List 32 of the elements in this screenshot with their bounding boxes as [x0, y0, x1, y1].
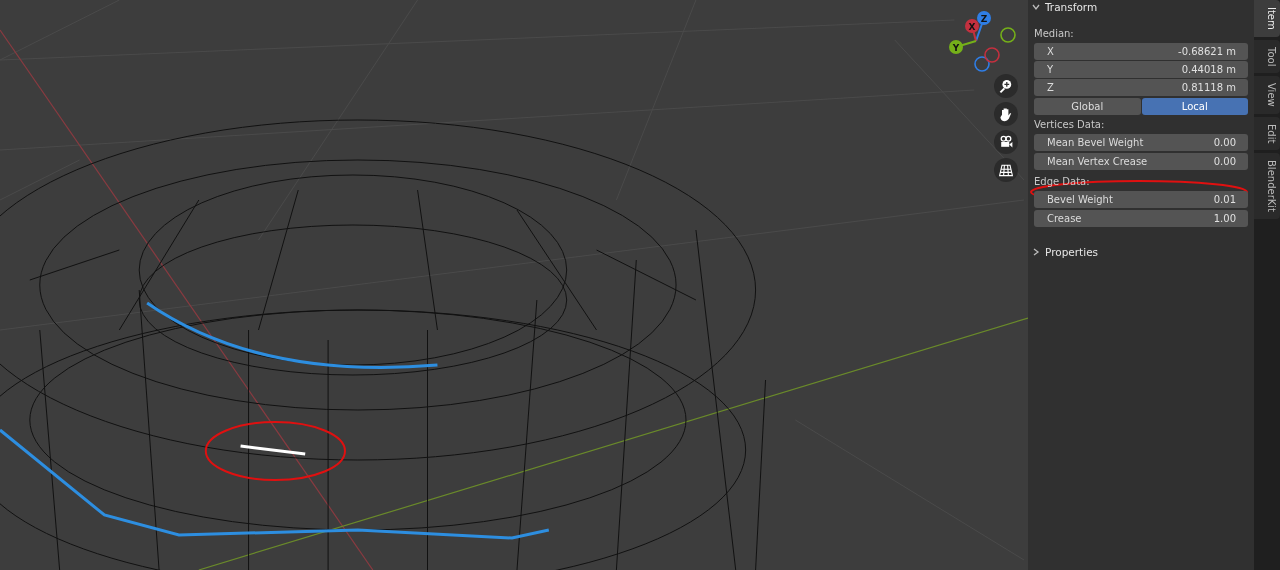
- chevron-icon: [1032, 248, 1040, 256]
- number-field[interactable]: Crease 1.00: [1034, 210, 1248, 227]
- number-field[interactable]: Mean Vertex Crease 0.00: [1034, 153, 1248, 170]
- sidebar-tab[interactable]: Tool: [1254, 39, 1280, 74]
- navigation-gizmo[interactable]: Z X Y: [942, 4, 1022, 74]
- number-field[interactable]: Z 0.81118 m: [1034, 79, 1248, 96]
- zoom-icon[interactable]: [994, 74, 1018, 98]
- group-label: Vertices Data:: [1034, 118, 1106, 132]
- section-title: Properties: [1045, 246, 1099, 258]
- active-edge-line: [240, 444, 306, 456]
- section-title: Transform: [1045, 1, 1098, 13]
- section-header[interactable]: Transform: [1032, 0, 1250, 14]
- axis-label: Z: [980, 13, 988, 24]
- axis-label: Y: [952, 42, 960, 53]
- camera-icon[interactable]: [994, 130, 1018, 154]
- hand-icon[interactable]: [994, 102, 1018, 126]
- toggle-button[interactable]: Local: [1141, 98, 1248, 115]
- sidebar-tab[interactable]: Item: [1254, 0, 1280, 37]
- number-field[interactable]: X -0.68621 m: [1034, 43, 1248, 60]
- sidebar-tab[interactable]: BlenderKit: [1254, 153, 1280, 220]
- section-header[interactable]: Properties: [1032, 245, 1250, 259]
- grid-icon[interactable]: [994, 158, 1018, 182]
- chevron-icon: [1032, 3, 1040, 11]
- number-field[interactable]: Y 0.44018 m: [1034, 61, 1248, 78]
- axis-label: X: [968, 21, 976, 32]
- group-label: Median:: [1034, 27, 1075, 41]
- sidebar-tab[interactable]: Edit: [1254, 116, 1280, 151]
- number-field[interactable]: Mean Bevel Weight 0.00: [1034, 134, 1248, 151]
- number-field[interactable]: Bevel Weight 0.01: [1034, 191, 1248, 208]
- viewport[interactable]: Z X Y: [0, 0, 1028, 570]
- sidebar-tab[interactable]: View: [1254, 76, 1280, 114]
- toggle-button[interactable]: Global: [1034, 98, 1141, 115]
